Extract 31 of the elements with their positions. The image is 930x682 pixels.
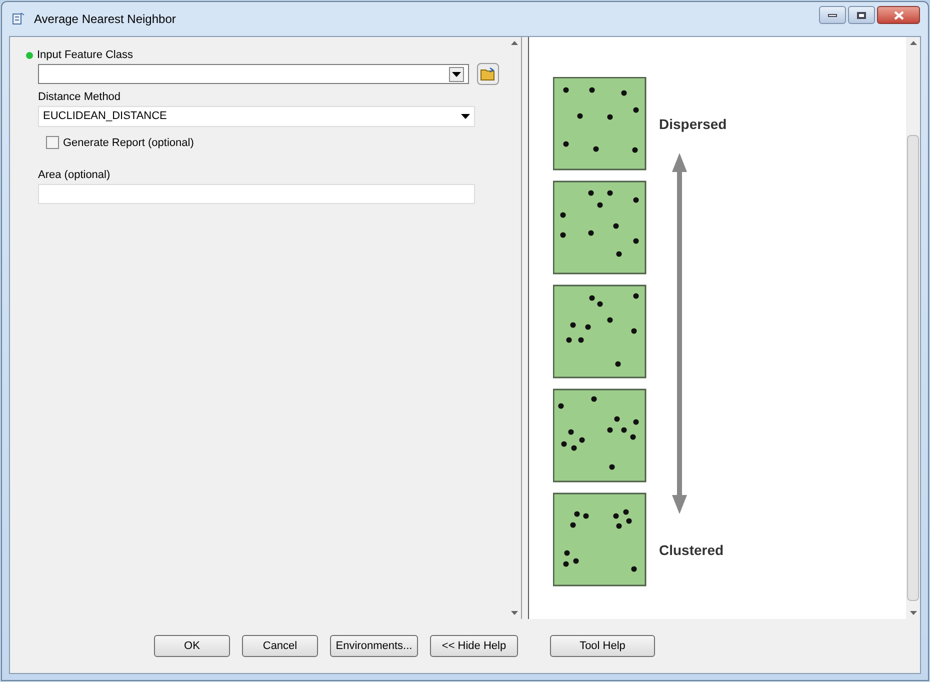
dialog-button[interactable]: Tool Help — [550, 635, 655, 657]
close-icon — [894, 10, 904, 20]
caret-icon — [452, 72, 461, 76]
close-button[interactable] — [877, 6, 920, 24]
scrollbar[interactable] — [906, 37, 920, 619]
minimize-button[interactable] — [819, 6, 846, 24]
input-combo-field[interactable] — [38, 64, 469, 84]
dialog-button[interactable]: Environments... — [330, 635, 418, 657]
dispersed-label: Dispersed — [659, 116, 727, 132]
scroll-down-icon[interactable] — [910, 611, 916, 615]
checkbox[interactable] — [46, 136, 59, 150]
field-label: Distance Method — [38, 90, 122, 105]
checkbox-label: Generate Report (optional) — [63, 136, 194, 150]
dropdown-button[interactable] — [449, 66, 464, 82]
area-field[interactable] — [38, 184, 475, 204]
browse-button[interactable] — [477, 63, 499, 85]
clustered-label: Clustered — [659, 542, 724, 558]
window-title: Average Nearest Neighbor — [34, 11, 176, 28]
scroll-down-icon[interactable] — [510, 611, 518, 615]
scroll-up-icon[interactable] — [510, 41, 518, 45]
distance-method-dropdown[interactable]: EUCLIDEAN_DISTANCE — [38, 106, 475, 126]
dialog-button[interactable]: << Hide Help — [430, 635, 518, 657]
maximize-button[interactable] — [848, 6, 875, 24]
tool-icon — [10, 11, 26, 27]
folder-icon — [480, 67, 496, 81]
dialog-button[interactable]: OK — [154, 635, 230, 657]
scroll-up-icon[interactable] — [910, 41, 916, 45]
dialog-button[interactable]: Cancel — [242, 635, 318, 657]
field-label: Area (optional) — [38, 168, 110, 183]
caret-icon — [461, 114, 470, 118]
field-label: Input Feature Class — [37, 48, 133, 63]
